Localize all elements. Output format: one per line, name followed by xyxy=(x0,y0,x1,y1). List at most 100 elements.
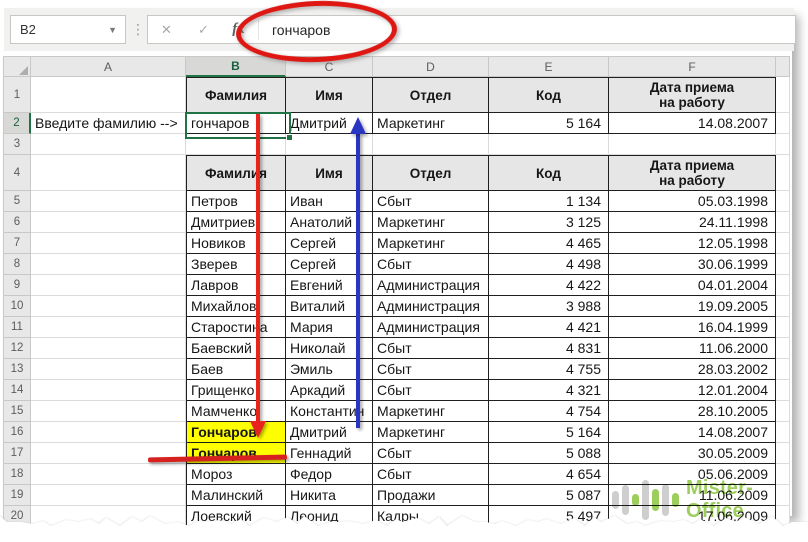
cell-B10[interactable]: Михайлов xyxy=(186,296,286,317)
cell-C2[interactable]: Дмитрий xyxy=(286,113,373,134)
row-header-17[interactable]: 17 xyxy=(3,443,31,464)
cell-C7[interactable]: Сергей xyxy=(286,233,373,254)
cell-C15[interactable]: Константин xyxy=(286,401,373,422)
cell-B2[interactable]: гончаров xyxy=(186,113,286,134)
cell-sliver-16[interactable] xyxy=(776,422,790,443)
row-header-7[interactable]: 7 xyxy=(3,233,31,254)
cell-B8[interactable]: Зверев xyxy=(186,254,286,275)
cell-F15[interactable]: 28.10.2005 xyxy=(609,401,776,422)
cell-C10[interactable]: Виталий xyxy=(286,296,373,317)
row-header-6[interactable]: 6 xyxy=(3,212,31,233)
cell-sliver-2[interactable] xyxy=(776,113,790,134)
cell-D17[interactable]: Сбыт xyxy=(373,443,489,464)
cell-D11[interactable]: Администрация xyxy=(373,317,489,338)
cell-D14[interactable]: Сбыт xyxy=(373,380,489,401)
cell-B1[interactable]: Фамилия xyxy=(186,77,286,113)
cell-C4[interactable]: Имя xyxy=(286,155,373,191)
row-header-3[interactable]: 3 xyxy=(3,134,31,155)
insert-function-icon[interactable]: fx xyxy=(222,21,255,38)
cell-D15[interactable]: Маркетинг xyxy=(373,401,489,422)
cell-F20[interactable]: 17.06.2009 xyxy=(609,506,776,527)
cell-A1[interactable] xyxy=(31,77,186,113)
cell-E20[interactable]: 5 497 xyxy=(489,506,609,527)
cell-B14[interactable]: Грищенко xyxy=(186,380,286,401)
cell-A18[interactable] xyxy=(31,464,186,485)
cell-E10[interactable]: 3 988 xyxy=(489,296,609,317)
cell-E19[interactable]: 5 087 xyxy=(489,485,609,506)
cell-F2[interactable]: 14.08.2007 xyxy=(609,113,776,134)
cell-B13[interactable]: Баев xyxy=(186,359,286,380)
cell-D19[interactable]: Продажи xyxy=(373,485,489,506)
cell-C19[interactable]: Никита xyxy=(286,485,373,506)
cell-D20[interactable]: Кадры xyxy=(373,506,489,527)
cell-C12[interactable]: Николай xyxy=(286,338,373,359)
cell-sliver-9[interactable] xyxy=(776,275,790,296)
cell-D16[interactable]: Маркетинг xyxy=(373,422,489,443)
cell-D7[interactable]: Маркетинг xyxy=(373,233,489,254)
cell-B6[interactable]: Дмитриев xyxy=(186,212,286,233)
cell-sliver-14[interactable] xyxy=(776,380,790,401)
cell-A20[interactable] xyxy=(31,506,186,527)
cell-F19[interactable]: 11.06.2009 xyxy=(609,485,776,506)
cell-B3[interactable] xyxy=(186,134,286,155)
cell-F17[interactable]: 30.05.2009 xyxy=(609,443,776,464)
cell-A11[interactable] xyxy=(31,317,186,338)
cell-A13[interactable] xyxy=(31,359,186,380)
cell-C8[interactable]: Сергей xyxy=(286,254,373,275)
row-header-1[interactable]: 1 xyxy=(3,77,31,113)
column-header-D[interactable]: D xyxy=(373,56,489,77)
cell-sliver-6[interactable] xyxy=(776,212,790,233)
cell-sliver-17[interactable] xyxy=(776,443,790,464)
cell-E12[interactable]: 4 831 xyxy=(489,338,609,359)
cell-C9[interactable]: Евгений xyxy=(286,275,373,296)
name-box[interactable]: B2 ▼ xyxy=(10,15,126,44)
cell-F13[interactable]: 28.03.2002 xyxy=(609,359,776,380)
cell-F5[interactable]: 05.03.1998 xyxy=(609,191,776,212)
column-header-A[interactable]: A xyxy=(31,56,186,77)
cell-D12[interactable]: Сбыт xyxy=(373,338,489,359)
cell-sliver-19[interactable] xyxy=(776,485,790,506)
cell-E17[interactable]: 5 088 xyxy=(489,443,609,464)
cell-C16[interactable]: Дмитрий xyxy=(286,422,373,443)
cell-E1[interactable]: Код xyxy=(489,77,609,113)
cell-B16[interactable]: Гончаров xyxy=(186,422,286,443)
cell-F14[interactable]: 12.01.2004 xyxy=(609,380,776,401)
cell-B17[interactable]: Гончаров xyxy=(186,443,286,464)
cell-B7[interactable]: Новиков xyxy=(186,233,286,254)
cell-E3[interactable] xyxy=(489,134,609,155)
cell-B19[interactable]: Малинский xyxy=(186,485,286,506)
column-header-B[interactable]: B xyxy=(186,56,286,77)
cell-F8[interactable]: 30.06.1999 xyxy=(609,254,776,275)
chevron-down-icon[interactable]: ▼ xyxy=(108,25,125,35)
cell-A19[interactable] xyxy=(31,485,186,506)
cell-D18[interactable]: Сбыт xyxy=(373,464,489,485)
cell-E4[interactable]: Код xyxy=(489,155,609,191)
cell-B5[interactable]: Петров xyxy=(186,191,286,212)
cell-A6[interactable] xyxy=(31,212,186,233)
cell-D10[interactable]: Администрация xyxy=(373,296,489,317)
cell-E7[interactable]: 4 465 xyxy=(489,233,609,254)
cell-E18[interactable]: 4 654 xyxy=(489,464,609,485)
cell-F1[interactable]: Дата приема на работу xyxy=(609,77,776,113)
cell-A10[interactable] xyxy=(31,296,186,317)
cell-sliver-5[interactable] xyxy=(776,191,790,212)
row-header-19[interactable]: 19 xyxy=(3,485,31,506)
cell-A8[interactable] xyxy=(31,254,186,275)
cell-D6[interactable]: Маркетинг xyxy=(373,212,489,233)
cell-E5[interactable]: 1 134 xyxy=(489,191,609,212)
cell-B4[interactable]: Фамилия xyxy=(186,155,286,191)
cell-D5[interactable]: Сбыт xyxy=(373,191,489,212)
cell-E16[interactable]: 5 164 xyxy=(489,422,609,443)
cell-E13[interactable]: 4 755 xyxy=(489,359,609,380)
cell-E9[interactable]: 4 422 xyxy=(489,275,609,296)
cell-C1[interactable]: Имя xyxy=(286,77,373,113)
cell-C18[interactable]: Федор xyxy=(286,464,373,485)
cell-C11[interactable]: Мария xyxy=(286,317,373,338)
row-header-14[interactable]: 14 xyxy=(3,380,31,401)
cell-F3[interactable] xyxy=(609,134,776,155)
cell-D1[interactable]: Отдел xyxy=(373,77,489,113)
cell-sliver-13[interactable] xyxy=(776,359,790,380)
cell-B18[interactable]: Мороз xyxy=(186,464,286,485)
cell-B12[interactable]: Баевский xyxy=(186,338,286,359)
cell-sliver-1[interactable] xyxy=(776,77,790,113)
